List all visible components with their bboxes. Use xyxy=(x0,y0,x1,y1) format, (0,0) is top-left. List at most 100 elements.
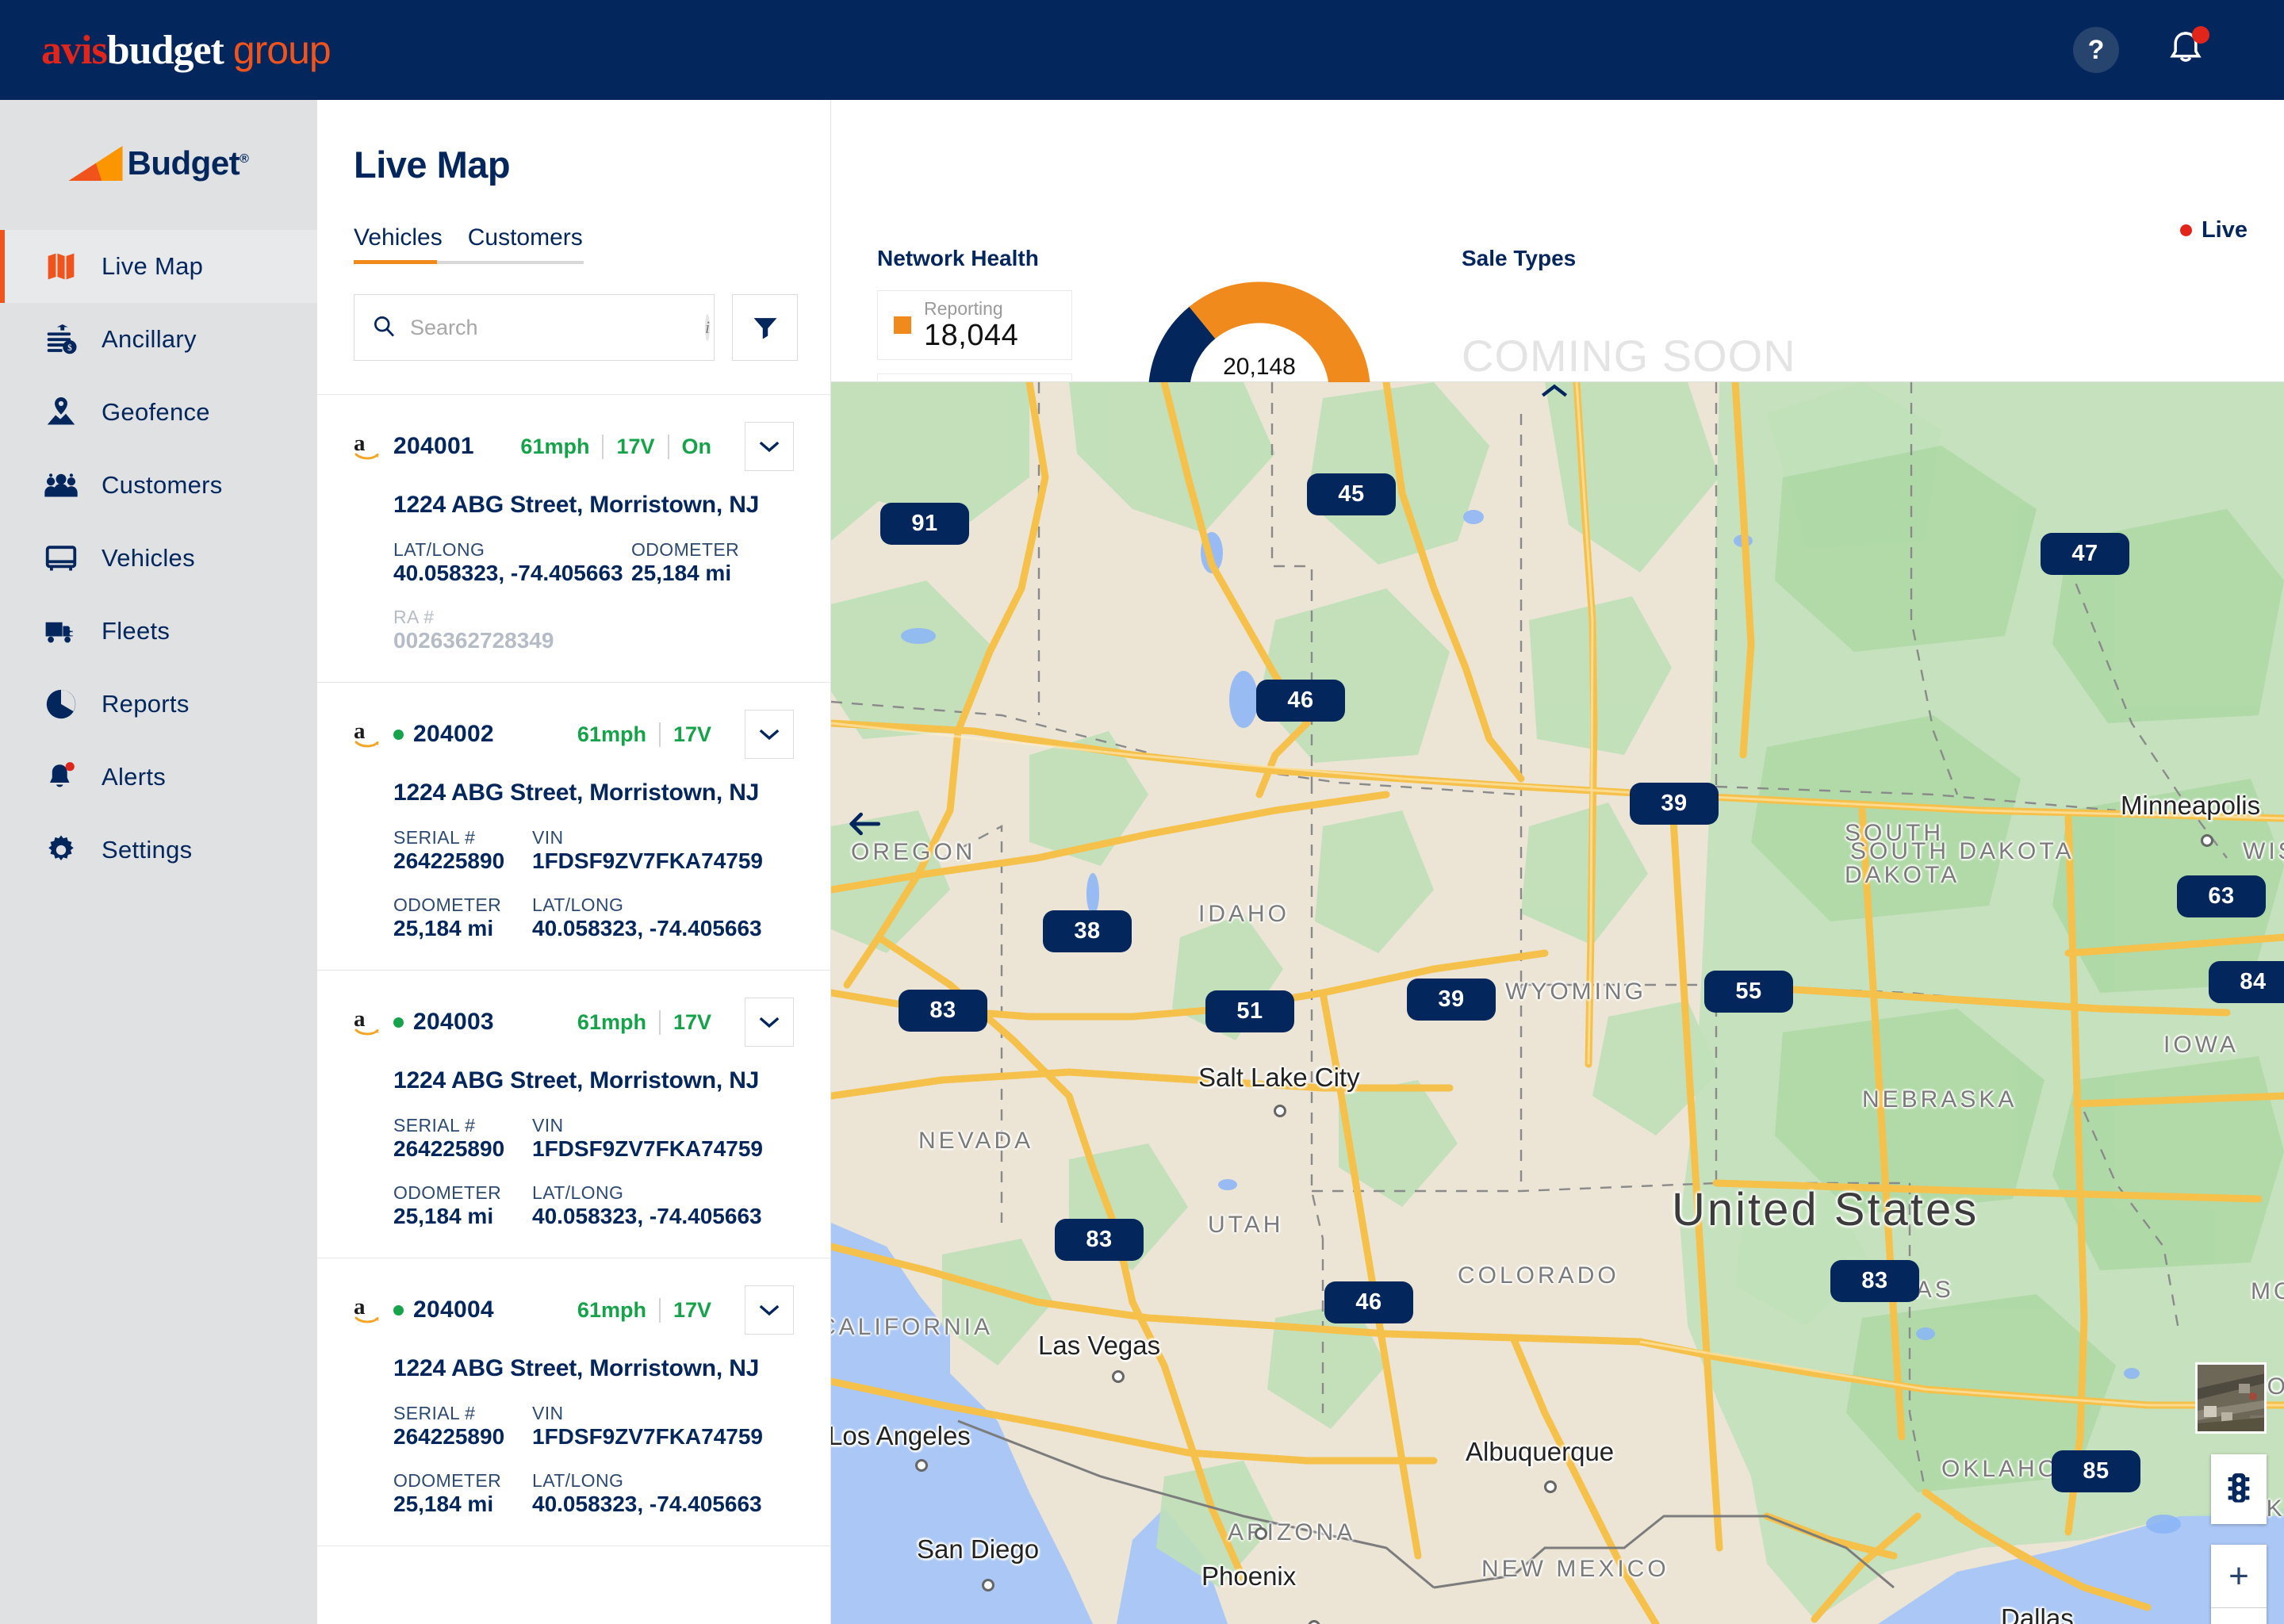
field-value-lat-long: 40.058323, -74.405663 xyxy=(393,561,623,585)
gauge-total-value: 20,148 xyxy=(1223,354,1296,380)
vehicle-metrics: 61mph 17V xyxy=(565,722,724,747)
chevron-down-icon[interactable] xyxy=(745,710,794,759)
live-map[interactable]: OREGON IDAHO WYOMING SOUTH DAKOTA NEBRAS… xyxy=(831,382,2284,1624)
map-cluster-marker[interactable]: 46 xyxy=(1324,1281,1413,1323)
tab-vehicles[interactable]: Vehicles xyxy=(354,224,443,264)
sidebar-item-label: Settings xyxy=(102,836,193,864)
tab-customers[interactable]: Customers xyxy=(468,224,583,264)
vehicle-address: 1224 ABG Street, Morristown, NJ xyxy=(393,1067,760,1094)
vehicle-voltage: 17V xyxy=(658,722,724,747)
list-item[interactable]: a 204001 61mph 17V On 1224 ABG Street, M… xyxy=(317,394,830,682)
vehicle-metrics: 61mph 17V xyxy=(565,1297,724,1323)
chevron-down-icon[interactable] xyxy=(745,1285,794,1335)
vehicle-voltage: 17V xyxy=(602,434,667,459)
logo-avis-text: avis xyxy=(41,27,108,73)
map-cluster-marker[interactable]: 55 xyxy=(1704,971,1793,1013)
city-dot xyxy=(2201,834,2213,847)
sidebar-item-geofence[interactable]: Geofence xyxy=(0,376,317,449)
sidebar-item-fleets[interactable]: Fleets xyxy=(0,595,317,668)
field-label: VIN xyxy=(532,1115,564,1136)
search-row: i xyxy=(354,294,830,361)
search-box[interactable]: i xyxy=(354,294,715,361)
sidebar-item-label: Live Map xyxy=(102,252,204,280)
city-label: Minneapolis xyxy=(2121,791,2261,820)
field-value-serial: 264225890 xyxy=(393,848,505,873)
map-cluster-marker[interactable]: 39 xyxy=(1630,783,1719,825)
search-input[interactable] xyxy=(410,315,691,340)
map-cluster-marker[interactable]: 45 xyxy=(1307,473,1396,515)
sidebar-item-settings[interactable]: Settings xyxy=(0,814,317,887)
sidebar-item-reports[interactable]: Reports xyxy=(0,668,317,741)
city-label: Los Angeles xyxy=(831,1421,971,1450)
sidebar-item-live-map[interactable]: Live Map xyxy=(0,230,317,303)
city-dot xyxy=(1255,1527,1267,1540)
notification-bell-icon[interactable] xyxy=(2163,26,2209,74)
field-value-odometer: 25,184 mi xyxy=(393,1204,494,1228)
state-label: IDAHO xyxy=(1198,901,1290,927)
search-icon xyxy=(372,314,396,342)
field-value-lat-long: 40.058323, -74.405663 xyxy=(532,916,762,940)
chevron-down-icon[interactable] xyxy=(745,422,794,471)
list-item[interactable]: a 204003 61mph 17V 1224 ABG Street, Morr… xyxy=(317,970,830,1258)
field-value-odometer: 25,184 mi xyxy=(393,916,494,940)
field-value-serial: 264225890 xyxy=(393,1424,505,1449)
state-label: WIS xyxy=(2243,838,2284,864)
sidebar-item-alerts[interactable]: Alerts xyxy=(0,741,317,814)
funnel-filter-icon[interactable] xyxy=(732,294,798,361)
arrow-left-icon[interactable] xyxy=(845,810,882,841)
map-cluster-marker[interactable]: 85 xyxy=(2052,1450,2140,1492)
search-info-icon[interactable]: i xyxy=(705,314,711,341)
vehicle-card-list[interactable]: a 204001 61mph 17V On 1224 ABG Street, M… xyxy=(317,394,830,1568)
map-cluster-marker[interactable]: 91 xyxy=(880,503,969,545)
zoom-out-button[interactable]: − xyxy=(2211,1608,2267,1624)
map-cluster-marker[interactable]: 83 xyxy=(899,990,987,1032)
zoom-in-button[interactable]: + xyxy=(2211,1545,2267,1608)
sidebar-item-vehicles[interactable]: Vehicles xyxy=(0,522,317,595)
map-cluster-marker[interactable]: 39 xyxy=(1407,979,1496,1021)
field-value-vin: 1FDSF9ZV7FKA74759 xyxy=(532,1424,764,1449)
satellite-view-icon[interactable] xyxy=(2195,1362,2267,1434)
city-dot xyxy=(1544,1480,1557,1493)
vehicle-metrics: 61mph 17V On xyxy=(508,434,724,459)
vehicle-id: 204002 xyxy=(413,721,494,747)
vehicle-voltage: 17V xyxy=(658,1009,724,1035)
field-label: VIN xyxy=(532,1403,564,1423)
city-label: Phoenix xyxy=(1201,1561,1297,1591)
map-cluster-marker[interactable]: 47 xyxy=(2041,533,2129,575)
field-value-vin: 1FDSF9ZV7FKA74759 xyxy=(532,848,764,873)
field-label: VIN xyxy=(532,827,564,848)
chevron-down-icon[interactable] xyxy=(745,998,794,1047)
map-cluster-marker[interactable]: 63 xyxy=(2177,875,2266,917)
field-label: ODOMETER xyxy=(631,539,740,560)
live-status-indicator: Live xyxy=(2179,217,2248,243)
vehicle-metrics: 61mph 17V xyxy=(565,1009,724,1035)
chevron-up-icon[interactable] xyxy=(1531,379,1578,403)
field-label: SERIAL # xyxy=(393,1115,476,1136)
state-label: SOUTH xyxy=(1845,820,1944,846)
list-item[interactable]: a 204005 61mph 17V 1224 ABG Street, Morr… xyxy=(317,1545,830,1568)
vehicle-speed: 61mph xyxy=(577,1297,646,1322)
vehicle-id: 204001 xyxy=(393,433,474,459)
field-label: ODOMETER xyxy=(393,1470,502,1491)
list-item[interactable]: a 204002 61mph 17V 1224 ABG Street, Morr… xyxy=(317,682,830,970)
vehicle-id: 204004 xyxy=(413,1297,494,1323)
map-cluster-marker[interactable]: 46 xyxy=(1256,680,1345,722)
field-value-lat-long: 40.058323, -74.405663 xyxy=(532,1492,762,1516)
logo-budget-text: budget xyxy=(106,27,224,73)
map-cluster-marker[interactable]: 38 xyxy=(1043,910,1132,952)
state-label: COLORADO xyxy=(1458,1262,1619,1289)
map-cluster-marker[interactable]: 83 xyxy=(1055,1219,1144,1261)
sidebar-item-customers[interactable]: Customers xyxy=(0,449,317,522)
stat-value: 18,044 xyxy=(924,319,1019,352)
help-icon[interactable]: ? xyxy=(2073,27,2119,73)
sidebar-item-ancillary[interactable]: $ Ancillary xyxy=(0,303,317,376)
traffic-light-icon[interactable] xyxy=(2211,1454,2267,1524)
avis-budget-group-logo: avisbudget group xyxy=(41,27,331,74)
sidebar-nav: Budget® Live Map $ Ancillary Geofence Cu… xyxy=(0,100,317,1624)
list-item[interactable]: a 204004 61mph 17V 1224 ABG Street, Morr… xyxy=(317,1258,830,1545)
metrics-header: Live Network Health Reporting 18,044 Non… xyxy=(831,100,2284,443)
vehicle-address: 1224 ABG Street, Morristown, NJ xyxy=(393,492,760,518)
map-cluster-marker[interactable]: 84 xyxy=(2209,961,2284,1003)
map-cluster-marker[interactable]: 83 xyxy=(1830,1260,1919,1302)
map-cluster-marker[interactable]: 51 xyxy=(1205,990,1294,1032)
